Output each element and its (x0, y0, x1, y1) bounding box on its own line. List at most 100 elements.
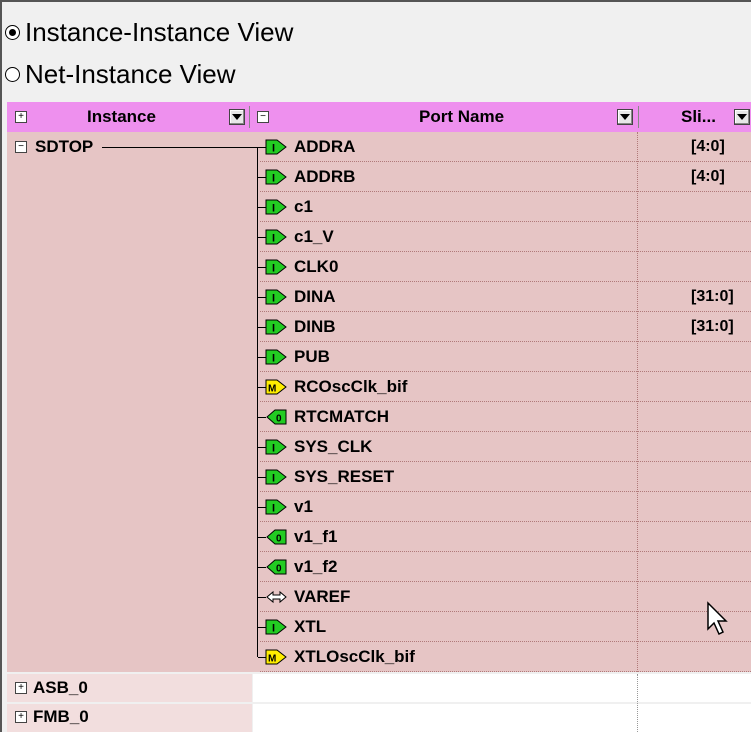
mixed-port-icon: M (265, 379, 288, 395)
port-row[interactable]: Iv1 (258, 492, 313, 522)
collapse-port-icon[interactable]: − (257, 102, 269, 132)
port-filter-dropdown[interactable] (617, 102, 633, 132)
port-slice: [4:0] (691, 168, 725, 185)
input-port-icon: I (265, 499, 288, 515)
port-row[interactable]: M XTLOscClk_bif (258, 642, 415, 672)
column-header-port-name[interactable]: Port Name (419, 102, 504, 132)
input-port-icon: I (265, 169, 288, 185)
port-name: SYS_RESET (294, 467, 395, 486)
collapsed-instances: + ASB_0 + FMB_0 (7, 672, 751, 732)
port-name: XTLOscClk_bif (294, 647, 415, 666)
collapse-icon[interactable]: − (15, 141, 27, 153)
svg-text:M: M (268, 654, 276, 665)
port-row[interactable]: I SYS_CLK (258, 432, 373, 462)
svg-text:0: 0 (276, 564, 282, 575)
port-name: DINA (294, 287, 336, 306)
port-name: v1_f1 (294, 527, 338, 546)
port-name: v1 (294, 497, 313, 516)
expand-icon[interactable]: + (15, 682, 27, 694)
radio-label: Instance-Instance View (25, 16, 294, 47)
port-row[interactable]: I XTL (258, 612, 327, 642)
svg-text:0: 0 (276, 534, 282, 545)
output-port-icon: 0 (265, 529, 288, 545)
empty-cells (253, 704, 751, 732)
port-row[interactable]: 0 v1_f2 (258, 552, 338, 582)
port-name: v1_f2 (294, 557, 338, 576)
mixed-port-icon: M (265, 649, 288, 665)
svg-text:I: I (272, 443, 275, 455)
port-row[interactable]: M RCOscClk_bif (258, 372, 407, 402)
port-row[interactable]: Ic1_V (258, 222, 334, 252)
port-name: PUB (294, 347, 330, 366)
instance-name: SDTOP (35, 137, 94, 156)
column-divider[interactable] (249, 106, 250, 128)
output-port-icon: 0 (265, 559, 288, 575)
input-port-icon: I (265, 319, 288, 335)
port-row[interactable]: I SYS_RESET (258, 462, 395, 492)
tree-connector (102, 147, 257, 148)
input-port-icon: I (265, 229, 288, 245)
port-row[interactable]: I CLK0 (258, 252, 339, 282)
port-slice: [31:0] (691, 288, 734, 305)
radio-instance-instance-view[interactable]: Instance-Instance View (0, 10, 293, 54)
port-name: VAREF (294, 587, 351, 606)
radio-circle-icon[interactable] (5, 66, 20, 82)
port-row[interactable]: I DINB (258, 312, 336, 342)
expand-all-instance-icon[interactable]: + (15, 102, 27, 132)
port-row[interactable]: 0 v1_f1 (258, 522, 338, 552)
input-port-icon: I (265, 349, 288, 365)
tree-row-sdtop[interactable]: − SDTOP (15, 132, 93, 162)
radio-net-instance-view[interactable]: Net-Instance View (0, 52, 236, 96)
column-divider (637, 674, 639, 732)
output-port-icon: 0 (265, 409, 288, 425)
column-header-instance[interactable]: Instance (87, 102, 156, 132)
port-row[interactable]: I PUB (258, 342, 330, 372)
expand-icon[interactable]: + (15, 711, 27, 723)
instance-port-table: − SDTOP I ADDRA [4:0] I ADDRB [4:0] Ic1 Ic1_V I C… (7, 132, 751, 672)
slice-filter-dropdown[interactable] (734, 102, 750, 132)
svg-text:I: I (272, 323, 275, 335)
tree-row-asb-label[interactable]: + ASB_0 (15, 673, 88, 703)
table-header: + Instance − Port Name Sli... (7, 102, 751, 132)
radio-label: Net-Instance View (25, 58, 236, 89)
radio-circle-icon[interactable] (5, 24, 20, 40)
port-name: c1 (294, 197, 313, 216)
mouse-cursor-icon (707, 601, 728, 636)
port-row[interactable]: I ADDRA (258, 132, 356, 162)
svg-text:I: I (272, 143, 275, 155)
column-divider[interactable] (638, 106, 639, 128)
port-row[interactable]: I ADDRB (258, 162, 355, 192)
port-row[interactable]: VAREF (258, 582, 351, 612)
svg-text:I: I (272, 203, 275, 215)
port-name: SYS_CLK (294, 437, 373, 456)
tree-row-fmb-label[interactable]: + FMB_0 (15, 702, 89, 732)
port-slice: [31:0] (691, 318, 734, 335)
svg-text:I: I (272, 353, 275, 365)
input-port-icon: I (265, 139, 288, 155)
instance-filter-dropdown[interactable] (229, 102, 245, 132)
port-slice: [4:0] (691, 138, 725, 155)
instance-name: FMB_0 (33, 707, 89, 726)
empty-cells (253, 674, 751, 702)
svg-text:M: M (268, 384, 276, 395)
input-port-icon: I (265, 619, 288, 635)
bidirectional-port-icon (265, 589, 288, 605)
svg-text:I: I (272, 473, 275, 485)
port-name: ADDRA (294, 137, 356, 156)
svg-text:I: I (272, 623, 275, 635)
port-name: CLK0 (294, 257, 339, 276)
port-row[interactable]: 0 RTCMATCH (258, 402, 390, 432)
port-name: XTL (294, 617, 327, 636)
input-port-icon: I (265, 289, 288, 305)
port-name: c1_V (294, 227, 334, 246)
port-name: DINB (294, 317, 336, 336)
port-row[interactable]: Ic1 (258, 192, 313, 222)
svg-text:I: I (272, 293, 275, 305)
column-header-slice[interactable]: Sli... (681, 102, 716, 132)
port-name: RTCMATCH (294, 407, 390, 426)
input-port-icon: I (265, 439, 288, 455)
port-row[interactable]: I DINA (258, 282, 336, 312)
input-port-icon: I (265, 469, 288, 485)
svg-text:I: I (272, 503, 275, 515)
input-port-icon: I (265, 259, 288, 275)
